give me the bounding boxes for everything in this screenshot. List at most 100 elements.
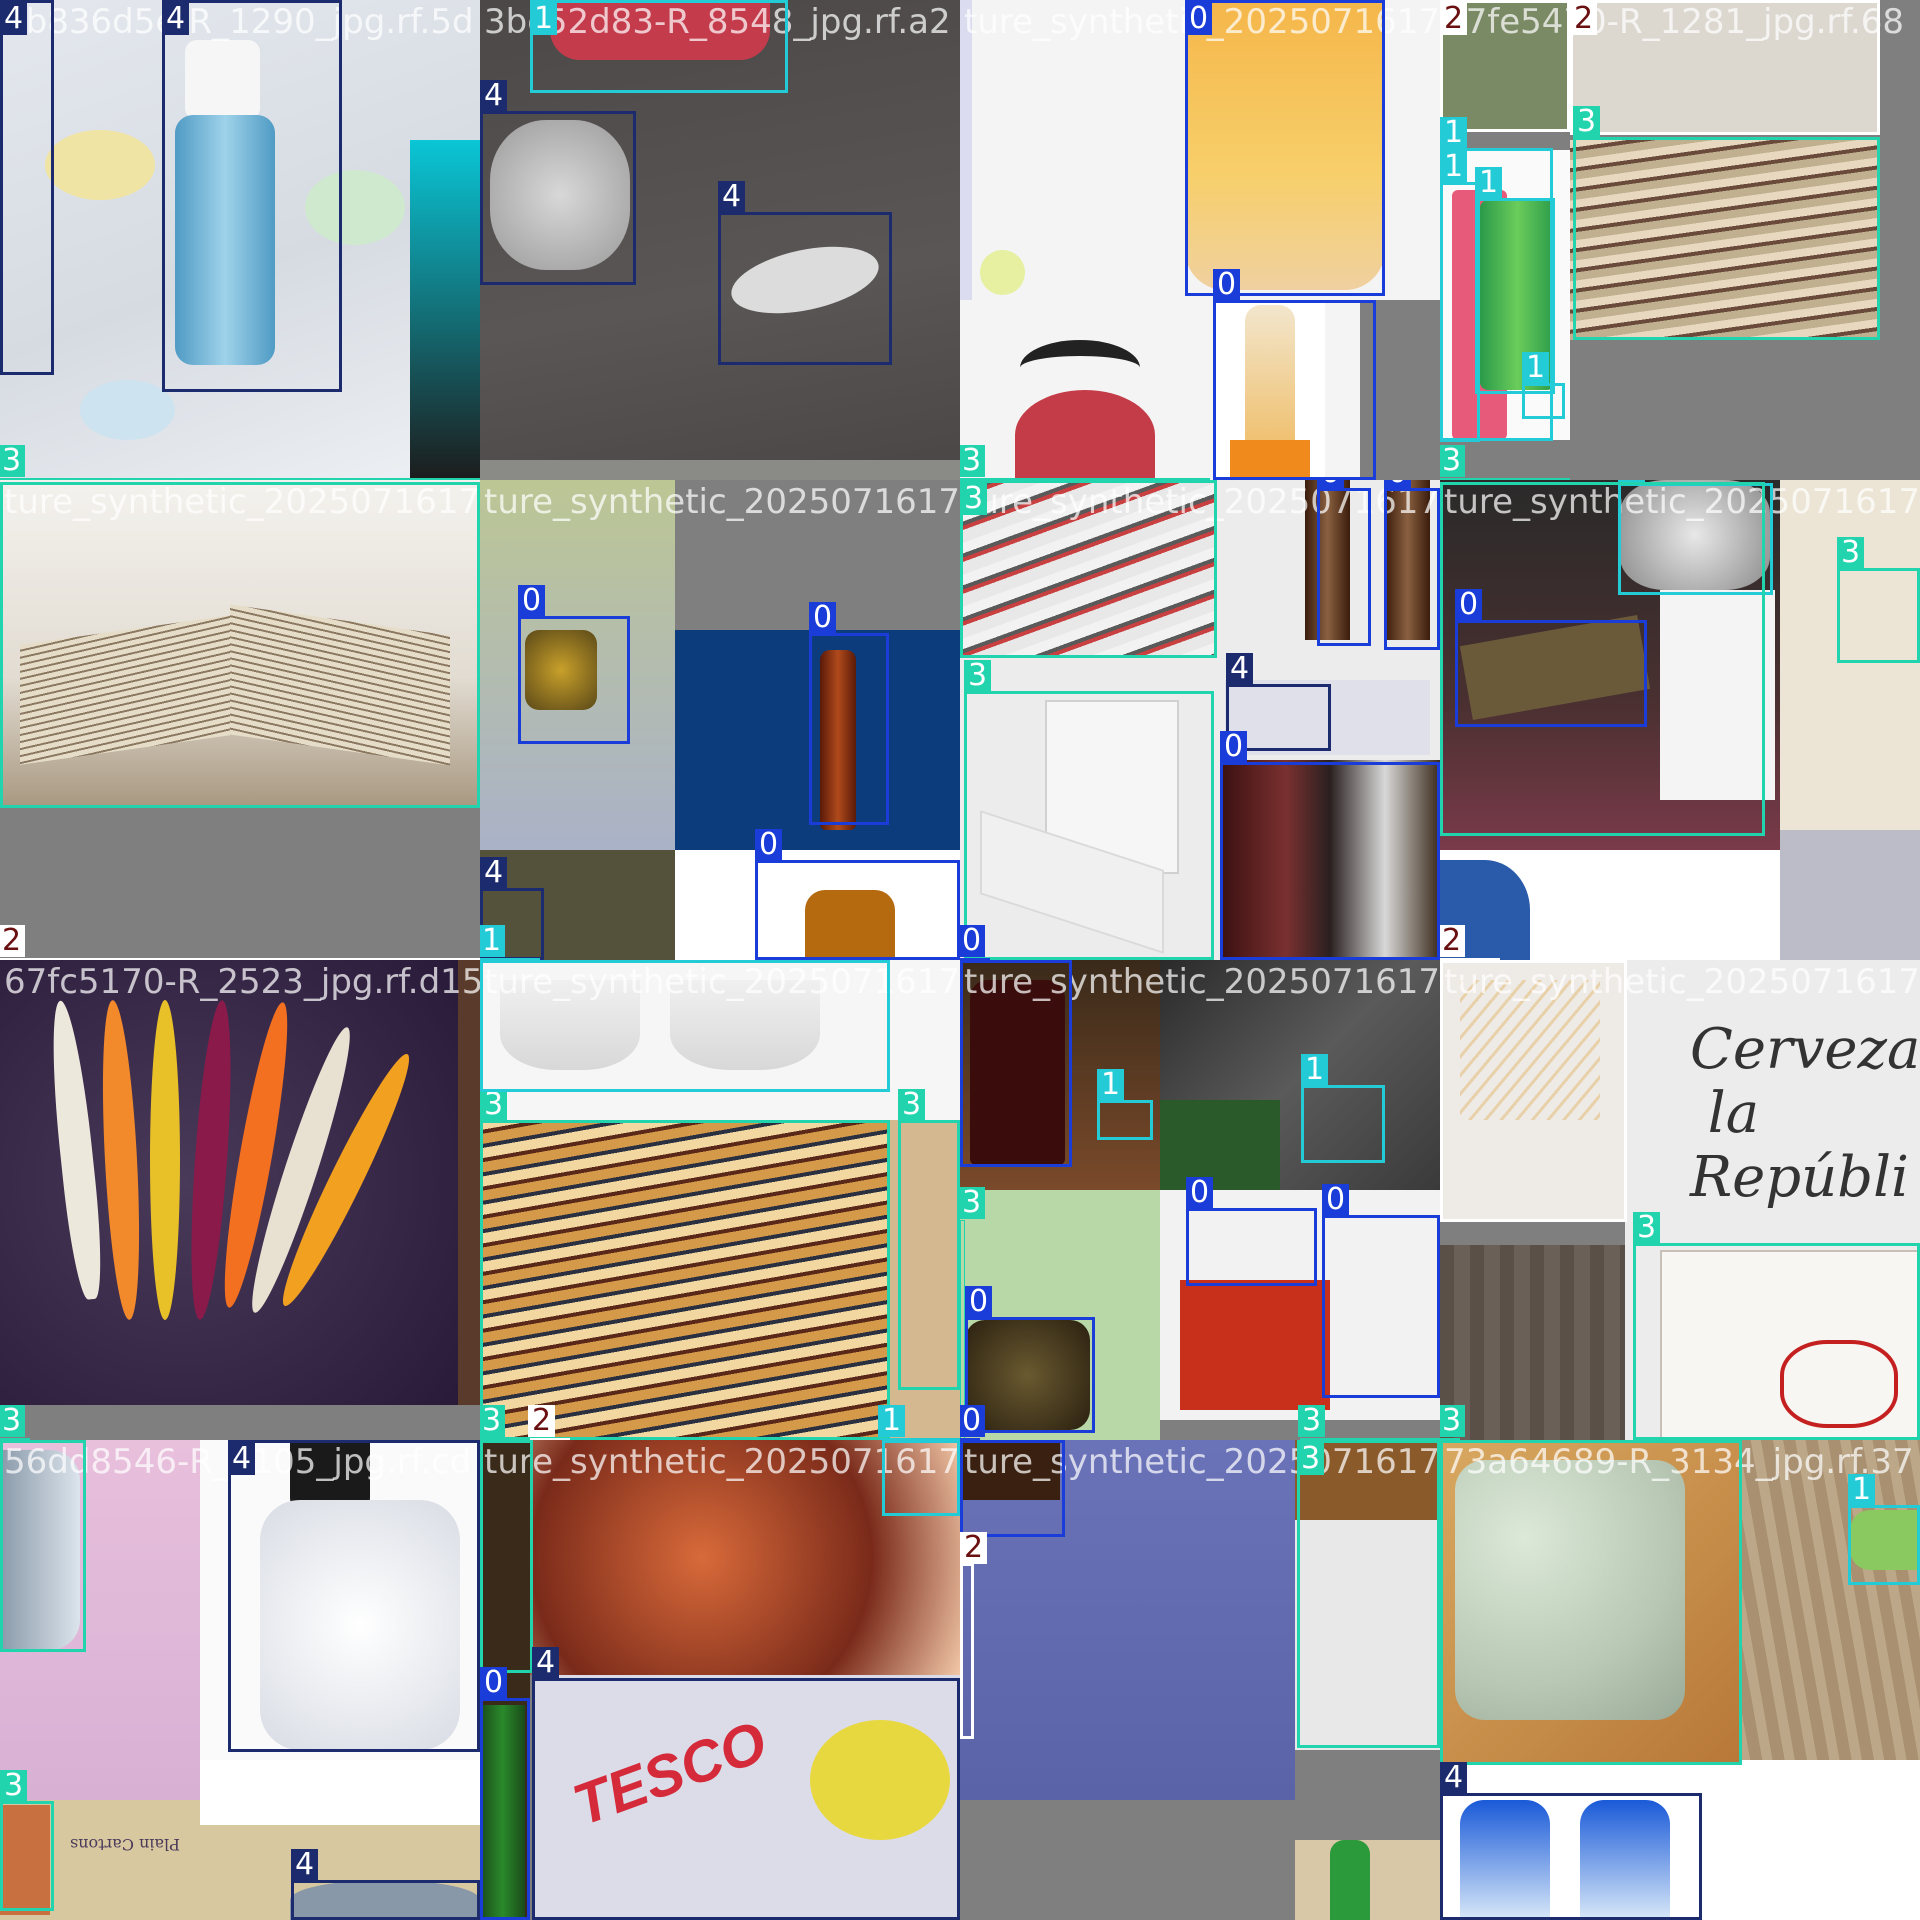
detection-box: 4 — [532, 1647, 960, 1920]
tile-filename: ture_synthetic_20250716172 — [484, 482, 960, 522]
detection-box: 2 — [1570, 0, 1880, 135]
detection-label: 3 — [1837, 537, 1865, 569]
detection-label: 3 — [0, 1405, 26, 1437]
detection-label: 1 — [878, 1405, 906, 1437]
detection-label: 0 — [518, 585, 546, 617]
detection-box — [0, 482, 480, 808]
cervezas-sign-text: Cervezas la Repúbli — [1690, 1017, 1920, 1210]
detection-label: 0 — [1185, 3, 1213, 35]
mosaic-tile: ture_synthetic_20250716172 0 0 3 — [960, 0, 1440, 480]
detection-label: 3 — [1573, 106, 1601, 138]
detection-box: 3 — [960, 480, 1217, 658]
detection-label: 2 — [960, 1532, 988, 1564]
detection-label: 3 — [964, 660, 992, 692]
detection-box: 3 — [0, 445, 480, 480]
detection-label: 4 — [532, 1647, 560, 1679]
detection-label: 4 — [0, 3, 28, 35]
detection-box: 2 — [528, 1405, 570, 1440]
plain-cartons-text: Plain Cartons — [70, 1835, 180, 1854]
detection-label: 3 — [960, 445, 986, 477]
tile-photo — [0, 960, 480, 1440]
detection-box — [960, 960, 1072, 1167]
detection-box: 0 — [809, 602, 889, 825]
detection-box: 0 — [480, 1667, 530, 1920]
detection-box — [1440, 1440, 1742, 1765]
detection-label: 3 — [480, 1089, 508, 1121]
detection-label: 0 — [960, 925, 986, 957]
detection-label: 3 — [1297, 1443, 1325, 1475]
detection-label: 4 — [480, 857, 508, 889]
detection-label: 0 — [755, 829, 783, 861]
detection-box: 4 — [480, 80, 636, 285]
detection-label: 4 — [228, 1443, 256, 1475]
detection-label: 3 — [960, 483, 988, 515]
detection-label: 0 — [1317, 480, 1345, 489]
detection-box: 3 — [1440, 445, 1570, 480]
detection-label: 2 — [1440, 925, 1466, 957]
detection-box: 3 — [0, 1770, 54, 1911]
detection-label: 1 — [1440, 117, 1468, 149]
detection-box: 0 — [1384, 480, 1440, 650]
detection-label: 0 — [1220, 731, 1248, 763]
detection-box: 4 — [0, 0, 54, 375]
detection-label: 4 — [1440, 1762, 1468, 1794]
detection-label: 1 — [1097, 1069, 1125, 1101]
detection-label: 1 — [1475, 167, 1503, 199]
detection-box: 2 — [0, 925, 480, 960]
detection-label: 3 — [1440, 1405, 1466, 1437]
detection-label: 0 — [960, 1405, 986, 1437]
mosaic-tile: ture_synthetic_20250716172 TESCO 1 0 4 — [480, 1440, 960, 1920]
detection-box: 3 — [964, 660, 1214, 960]
mosaic-tile: 67fc5170-R_2523_jpg.rf.d15 3 — [0, 960, 480, 1440]
detection-label: 0 — [480, 1667, 508, 1699]
detection-label: 0 — [1322, 1184, 1350, 1216]
detection-label: 1 — [882, 1440, 910, 1441]
detection-box — [1440, 960, 1627, 1222]
detection-box: 1 — [1301, 1054, 1385, 1163]
detection-label: 2 — [0, 925, 26, 957]
detection-label: 3 — [480, 1405, 506, 1437]
detection-label: 1 — [1522, 352, 1550, 384]
mosaic-tile: ture_synthetic_20250716172 Cervezas la R… — [1440, 960, 1920, 1440]
mosaic-tile: ture_synthetic_20250716172 1 1 3 0 0 0 0… — [960, 960, 1440, 1440]
detection-box: 0 — [1220, 731, 1440, 960]
detection-box: 0 — [1317, 480, 1371, 646]
detection-box: 0 — [1185, 0, 1385, 296]
detection-label: 4 — [1226, 653, 1254, 685]
detection-label: 1 — [1848, 1474, 1876, 1506]
detection-box: 0 — [1186, 1177, 1317, 1286]
detection-box — [480, 1440, 533, 1673]
detection-label: 1 — [1440, 151, 1468, 183]
detection-box: 4 — [718, 181, 892, 365]
detection-box: 4 — [291, 1849, 480, 1920]
detection-box: 0 — [518, 585, 630, 744]
detection-box: 1 — [1848, 1474, 1920, 1585]
detection-label: 3 — [898, 1089, 926, 1121]
detection-label: 3 — [1440, 445, 1466, 477]
detection-label: 1 — [480, 925, 506, 957]
detection-box: 4 — [228, 1440, 480, 1752]
detection-box: 1 — [1440, 151, 1480, 442]
detection-label: 0 — [1213, 269, 1241, 301]
detection-box: 3 — [898, 1089, 960, 1390]
detection-box: 1 — [530, 0, 788, 93]
mosaic-tile: 27fe5470-R_1281_jpg.rf.68 2 2 3 1 1 1 1 … — [1440, 0, 1920, 480]
tile-filename: 67fc5170-R_2523_jpg.rf.d15 — [4, 962, 480, 1002]
detection-label: 3 — [1298, 1405, 1326, 1437]
detection-box — [480, 960, 890, 1092]
detection-label: 0 — [1384, 480, 1412, 489]
detection-box: 3 — [480, 1089, 890, 1440]
detection-box: 0 — [1322, 1184, 1440, 1398]
detection-box — [1440, 482, 1765, 836]
mosaic-tile: ture_synthetic_20250716172 0 0 4 0 1 — [480, 480, 960, 960]
detection-box: 0 — [755, 829, 960, 960]
detection-box: 1 — [1097, 1069, 1153, 1140]
detection-box: 3 — [1633, 1212, 1920, 1440]
detection-box: 2 — [960, 1532, 988, 1739]
detection-label: 3 — [960, 1187, 986, 1219]
detection-label: 0 — [1186, 1177, 1214, 1209]
detection-box: 0 — [1213, 269, 1376, 480]
detection-box: 3 — [1297, 1440, 1440, 1748]
mosaic-tile: ture_synthetic_20250716172 2 — [0, 480, 480, 960]
detection-label: 2 — [528, 1405, 556, 1437]
